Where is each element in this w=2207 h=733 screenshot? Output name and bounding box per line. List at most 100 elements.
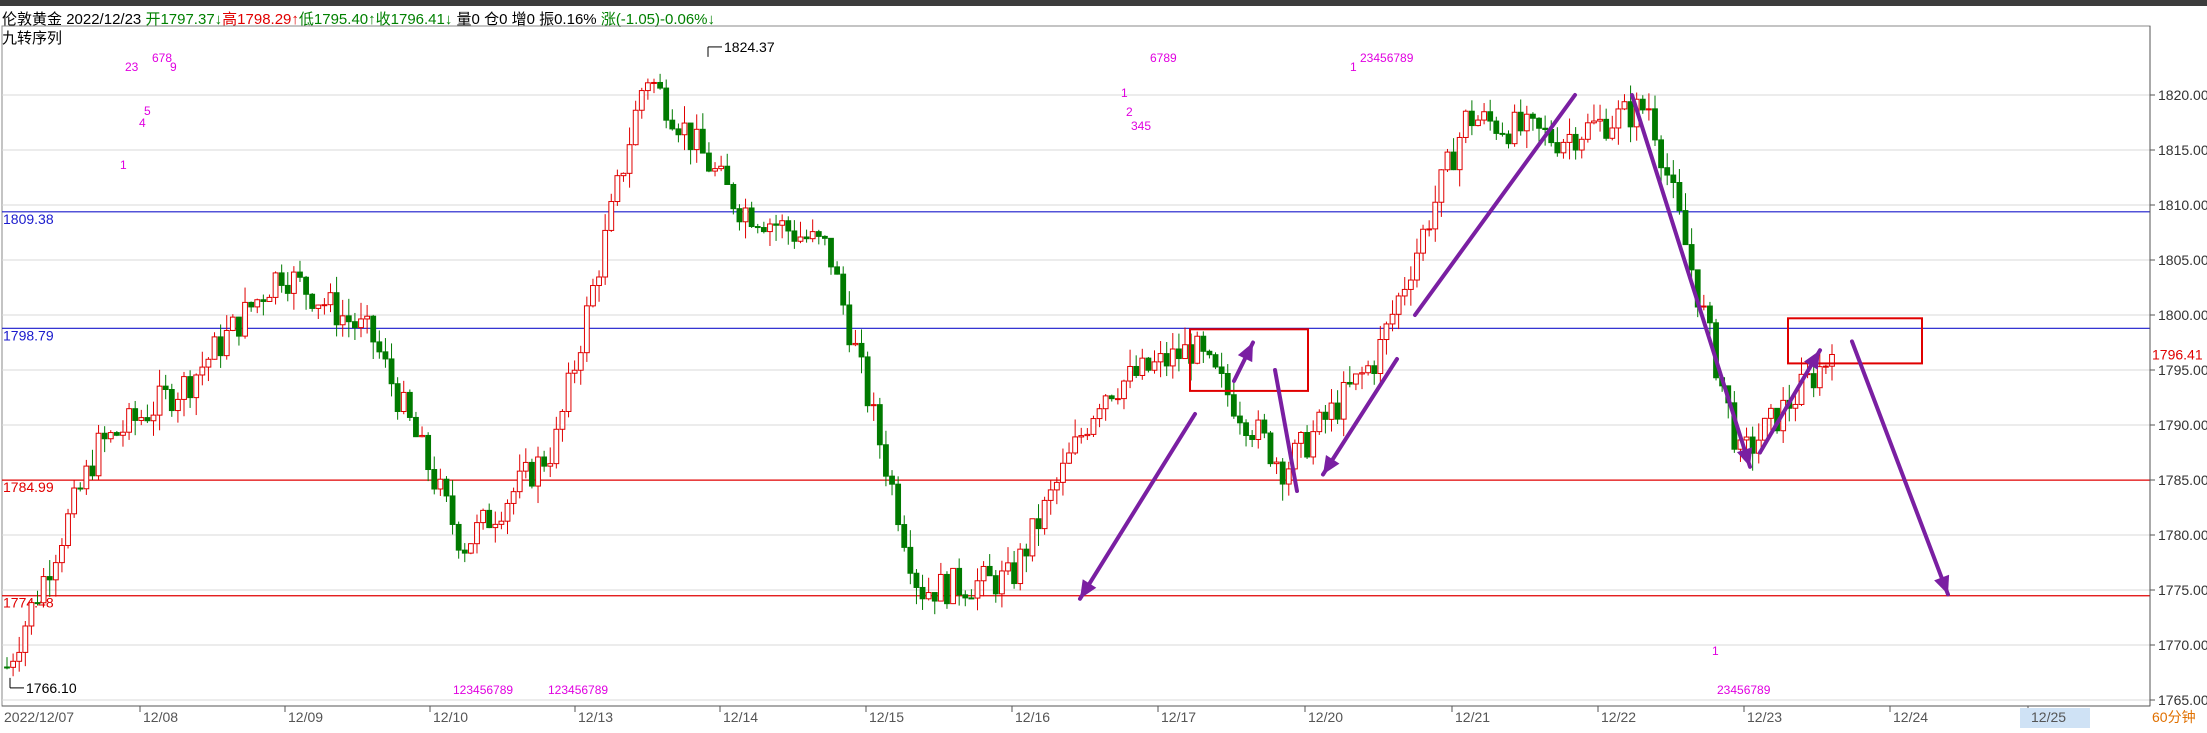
candle-body — [944, 573, 950, 605]
candle — [1645, 93, 1652, 121]
candle-body — [1249, 435, 1256, 440]
candle-body — [736, 208, 743, 223]
candle — [113, 430, 120, 437]
candle-body — [846, 304, 853, 346]
candle-body — [889, 475, 895, 485]
candle-body — [1017, 548, 1024, 585]
candle — [1310, 420, 1317, 465]
candle-body — [913, 572, 920, 588]
candle-body — [242, 301, 248, 337]
candle-body — [1487, 111, 1494, 122]
y-tick-label: 1820.00 — [2158, 87, 2207, 103]
candle-body — [956, 567, 963, 596]
candle-body — [821, 235, 828, 239]
candle — [1810, 363, 1817, 398]
candle — [1127, 349, 1133, 389]
candle-body — [1627, 101, 1634, 128]
candle — [596, 270, 602, 302]
x-tick-label: 12/13 — [578, 709, 613, 725]
candle — [1700, 294, 1707, 311]
candle — [358, 302, 364, 338]
candle-body — [852, 342, 859, 346]
candle — [168, 383, 175, 417]
candle-body — [1060, 462, 1066, 483]
candle — [248, 301, 255, 312]
candle-body — [767, 223, 773, 233]
x-tick-label: 12/21 — [1455, 709, 1490, 725]
candle-body — [498, 520, 505, 525]
candle-body — [187, 376, 194, 399]
candle — [498, 511, 505, 530]
candle — [1432, 185, 1439, 242]
candle — [1639, 95, 1646, 114]
candle — [876, 397, 883, 459]
candle — [779, 214, 786, 239]
td-count-label: 1 — [1121, 86, 1128, 100]
candle-body — [663, 87, 670, 121]
candle — [1591, 104, 1597, 125]
candle-body — [809, 231, 816, 240]
candle — [1194, 331, 1201, 365]
candle-body — [797, 236, 804, 242]
trend-arrow-line — [1850, 339, 1950, 597]
candle-body — [1816, 366, 1823, 389]
candle-body — [1572, 133, 1579, 151]
candle-body — [1462, 110, 1469, 138]
candle-body — [1603, 118, 1610, 139]
candle — [669, 109, 676, 131]
candle-body — [101, 432, 108, 440]
candle-body — [406, 391, 413, 418]
candle-body — [1578, 138, 1585, 151]
candle-body — [1810, 373, 1817, 389]
candle — [1395, 292, 1402, 330]
candle-body — [1682, 210, 1689, 246]
candle-body — [388, 358, 395, 385]
candle-body — [132, 408, 139, 421]
candlestick-chart[interactable]: 1809.381798.791784.991774.48 1824.371766… — [0, 0, 2207, 733]
candle-body — [669, 119, 676, 130]
candle-body — [333, 292, 340, 326]
candle — [730, 182, 737, 215]
candle — [889, 470, 895, 496]
td-count-label: 2 — [1126, 105, 1133, 119]
candle-body — [1822, 365, 1829, 368]
candle — [590, 278, 596, 308]
candle — [950, 567, 956, 605]
candle — [1005, 547, 1011, 575]
candle — [156, 369, 163, 431]
candle-body — [791, 230, 798, 242]
candle — [345, 298, 352, 338]
candle — [1426, 220, 1433, 237]
x-tick-label: 12/25 — [2031, 709, 2066, 725]
candle-body — [730, 183, 737, 210]
candle-body — [1401, 288, 1408, 297]
candle — [1603, 108, 1610, 141]
candle-body — [657, 81, 663, 89]
candle — [187, 370, 194, 408]
candle-body — [620, 172, 627, 177]
candle-body — [1505, 133, 1512, 145]
candle-body — [358, 318, 364, 329]
candle — [675, 123, 682, 143]
candle — [1090, 415, 1097, 437]
candle-body — [1102, 395, 1109, 410]
candle — [1621, 94, 1628, 111]
candle-body — [193, 374, 200, 399]
candle — [1407, 266, 1414, 306]
candle — [1151, 350, 1158, 374]
candle-body — [614, 175, 621, 203]
candle — [1108, 394, 1115, 402]
candle-body — [1365, 365, 1372, 374]
candle-body — [754, 226, 761, 229]
x-tick-label: 12/09 — [288, 709, 323, 725]
candle — [1523, 105, 1530, 149]
candle-body — [974, 580, 981, 599]
candle-body — [1029, 518, 1036, 557]
candle — [89, 449, 96, 480]
candle — [376, 330, 383, 359]
candle — [321, 298, 328, 315]
candle — [236, 316, 242, 346]
candle — [1047, 480, 1054, 515]
candle — [797, 221, 804, 244]
candle-body — [687, 122, 694, 151]
